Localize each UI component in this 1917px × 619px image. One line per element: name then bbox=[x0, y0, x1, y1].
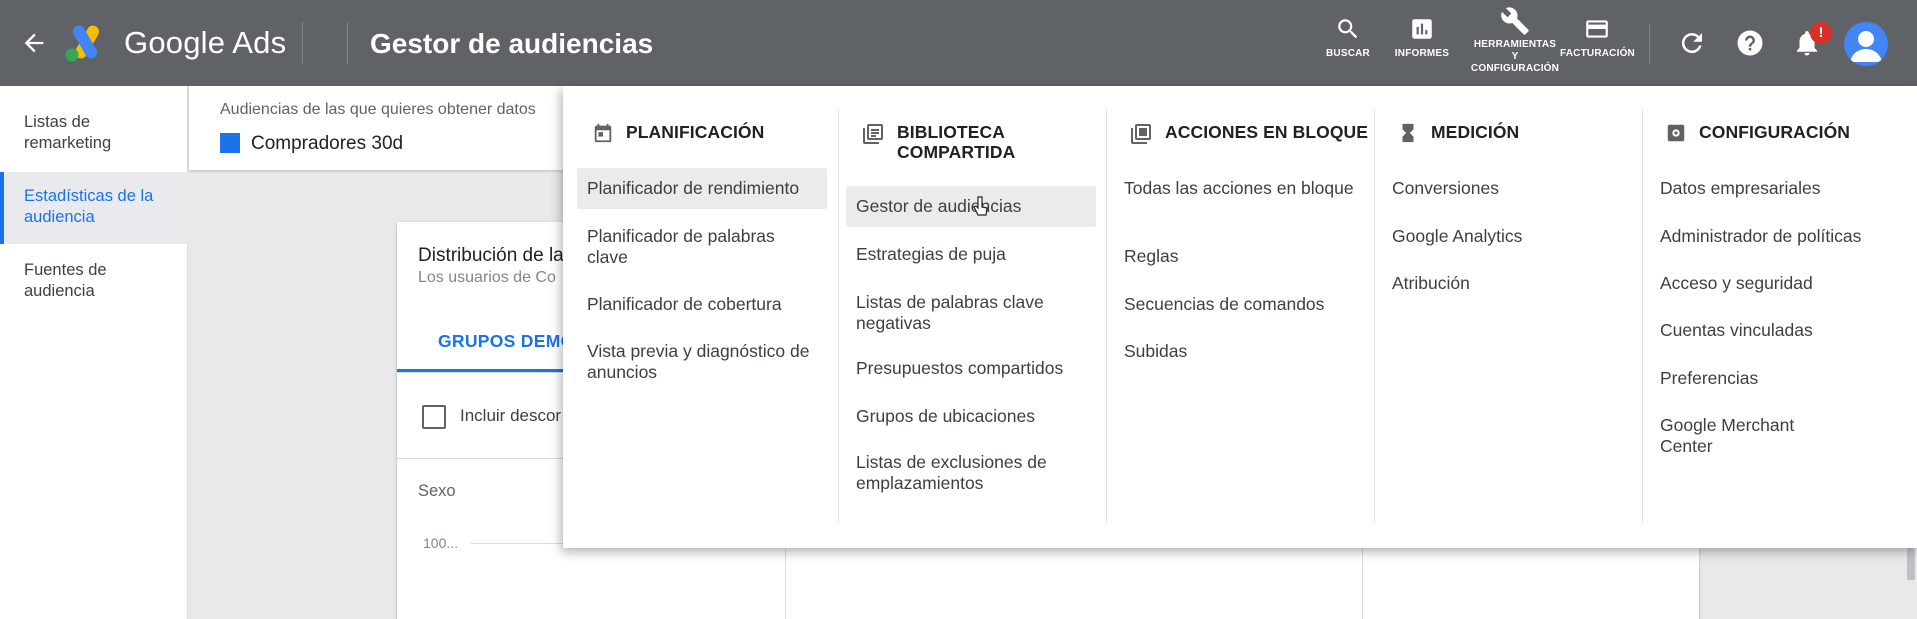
menu-heading-setup: CONFIGURACIÓN bbox=[1665, 122, 1850, 144]
wrench-icon bbox=[1501, 7, 1529, 35]
menu-item-bid-strategies[interactable]: Estrategias de puja bbox=[846, 234, 1096, 275]
menu-column-bulk-actions: ACCIONES EN BLOQUE Todas las acciones en… bbox=[1107, 86, 1375, 548]
top-header: Google Ads Gestor de audiencias BUSCAR I… bbox=[0, 0, 1917, 86]
sidebar-item-remarketing-lists[interactable]: Listas de remarketing bbox=[0, 112, 188, 154]
panel-divider bbox=[1362, 540, 1363, 619]
help-icon[interactable] bbox=[1735, 28, 1765, 58]
menu-item-performance-planner[interactable]: Planificador de rendimiento bbox=[577, 168, 827, 209]
menu-item-policy-manager[interactable]: Administrador de políticas bbox=[1650, 216, 1900, 257]
search-icon bbox=[1338, 19, 1358, 39]
menu-heading-label: MEDICIÓN bbox=[1431, 122, 1520, 142]
reports-button-label: INFORMES bbox=[1394, 48, 1450, 59]
menu-heading-bulk-actions: ACCIONES EN BLOQUE bbox=[1129, 122, 1368, 146]
menu-heading-label: PLANIFICACIÓN bbox=[626, 122, 765, 142]
billing-button-label: FACTURACIÓN bbox=[1560, 48, 1635, 59]
user-icon bbox=[1850, 31, 1882, 62]
sidebar-item-audience-insights[interactable]: Estadísticas de la audiencia bbox=[0, 172, 188, 244]
menu-heading-label: ACCIONES EN BLOQUE bbox=[1165, 122, 1369, 142]
menu-item-rules[interactable]: Reglas bbox=[1114, 236, 1364, 277]
menu-item-preferences[interactable]: Preferencias bbox=[1650, 358, 1900, 399]
segment-color-swatch bbox=[220, 133, 240, 153]
settings-icon bbox=[1667, 124, 1685, 142]
sidebar-item-audience-sources[interactable]: Fuentes de audiencia bbox=[0, 260, 188, 302]
tools-settings-menu: PLANIFICACIÓN Planificador de rendimient… bbox=[563, 86, 1917, 548]
menu-item-conversions[interactable]: Conversiones bbox=[1382, 168, 1632, 209]
credit-card-icon bbox=[1586, 20, 1608, 38]
include-unknown-label: Incluir descor bbox=[460, 406, 562, 425]
menu-heading-shared-library: BIBLIOTECA COMPARTIDA bbox=[861, 122, 1081, 162]
search-button-label: BUSCAR bbox=[1326, 48, 1370, 59]
panel-divider bbox=[785, 540, 786, 619]
left-sidebar: Listas de remarketing Estadísticas de la… bbox=[0, 86, 188, 619]
segment-name[interactable]: Compradores 30d bbox=[251, 133, 403, 155]
menu-item-business-data[interactable]: Datos empresariales bbox=[1650, 168, 1900, 209]
menu-item-scripts[interactable]: Secuencias de comandos bbox=[1114, 284, 1364, 325]
tab-demographics[interactable]: GRUPOS DEMO bbox=[438, 331, 575, 352]
menu-heading-label: CONFIGURACIÓN bbox=[1699, 122, 1851, 142]
menu-item-shared-budgets[interactable]: Presupuestos compartidos bbox=[846, 348, 1096, 389]
billing-button[interactable]: FACTURACIÓN bbox=[1560, 16, 1635, 60]
calendar-icon bbox=[594, 123, 612, 143]
search-button[interactable]: BUSCAR bbox=[1322, 16, 1374, 60]
menu-heading-planning: PLANIFICACIÓN bbox=[592, 122, 764, 144]
brand-name: Google Ads bbox=[124, 25, 287, 60]
menu-item-all-bulk-actions[interactable]: Todas las acciones en bloque bbox=[1114, 168, 1364, 209]
notification-badge: ! bbox=[1810, 22, 1832, 44]
google-ads-logo-icon[interactable] bbox=[64, 24, 108, 62]
menu-item-negative-keyword-lists[interactable]: Listas de palabras clave negativas bbox=[846, 282, 1096, 344]
menu-item-uploads[interactable]: Subidas bbox=[1114, 331, 1364, 372]
menu-item-ad-preview[interactable]: Vista previa y diagnóstico de anuncios bbox=[577, 331, 827, 393]
tools-settings-button[interactable]: HERRAMIENTAS Y CONFIGURACIÓN bbox=[1470, 6, 1560, 75]
refresh-icon[interactable] bbox=[1677, 28, 1707, 58]
menu-item-placement-groups[interactable]: Grupos de ubicaciones bbox=[846, 396, 1096, 437]
menu-item-attribution[interactable]: Atribución bbox=[1382, 263, 1632, 304]
menu-heading-measurement: MEDICIÓN bbox=[1397, 122, 1519, 144]
hourglass-icon bbox=[1402, 123, 1414, 143]
menu-column-setup: CONFIGURACIÓN Datos empresariales Admini… bbox=[1643, 86, 1917, 548]
back-arrow-icon[interactable] bbox=[20, 29, 48, 57]
segment-label: Audiencias de las que quieres obtener da… bbox=[220, 101, 536, 118]
header-divider bbox=[1649, 24, 1650, 64]
scrollbar-thumb[interactable] bbox=[1907, 548, 1915, 580]
menu-column-shared-library: BIBLIOTECA COMPARTIDA Gestor de audienci… bbox=[839, 86, 1107, 548]
bulk-actions-icon bbox=[1131, 124, 1151, 144]
card-title: Distribución de la bbox=[418, 245, 564, 266]
menu-item-access-security[interactable]: Acceso y seguridad bbox=[1650, 263, 1900, 304]
page-title: Gestor de audiencias bbox=[370, 28, 654, 59]
menu-heading-label: BIBLIOTECA COMPARTIDA bbox=[897, 122, 1016, 162]
reports-button[interactable]: INFORMES bbox=[1390, 16, 1454, 60]
chart-axis-label: 100... bbox=[423, 535, 459, 551]
header-divider bbox=[347, 22, 348, 64]
menu-item-google-merchant-center[interactable]: Google Merchant Center bbox=[1650, 405, 1840, 467]
menu-item-reach-planner[interactable]: Planificador de cobertura bbox=[577, 284, 827, 325]
menu-column-planning: PLANIFICACIÓN Planificador de rendimient… bbox=[563, 86, 839, 548]
menu-item-keyword-planner[interactable]: Planificador de palabras clave bbox=[577, 216, 827, 278]
gender-section-label: Sexo bbox=[418, 482, 456, 500]
reports-icon bbox=[1412, 19, 1432, 39]
mouse-cursor-icon bbox=[973, 196, 988, 216]
menu-item-linked-accounts[interactable]: Cuentas vinculadas bbox=[1650, 310, 1900, 351]
chart-gridline bbox=[471, 543, 567, 544]
library-icon bbox=[863, 124, 883, 144]
include-unknown-checkbox[interactable] bbox=[422, 405, 446, 429]
account-avatar[interactable] bbox=[1844, 22, 1888, 66]
menu-item-audience-manager[interactable]: Gestor de audiencias bbox=[846, 186, 1096, 227]
menu-item-google-analytics[interactable]: Google Analytics bbox=[1382, 216, 1632, 257]
menu-column-measurement: MEDICIÓN Conversiones Google Analytics A… bbox=[1375, 86, 1643, 548]
card-subtitle: Los usuarios de Co bbox=[418, 269, 556, 286]
menu-item-placement-exclusion-lists[interactable]: Listas de exclusiones de emplazamientos bbox=[846, 442, 1096, 504]
tools-settings-button-label: HERRAMIENTAS Y CONFIGURACIÓN bbox=[1470, 39, 1560, 74]
header-divider bbox=[302, 22, 303, 64]
